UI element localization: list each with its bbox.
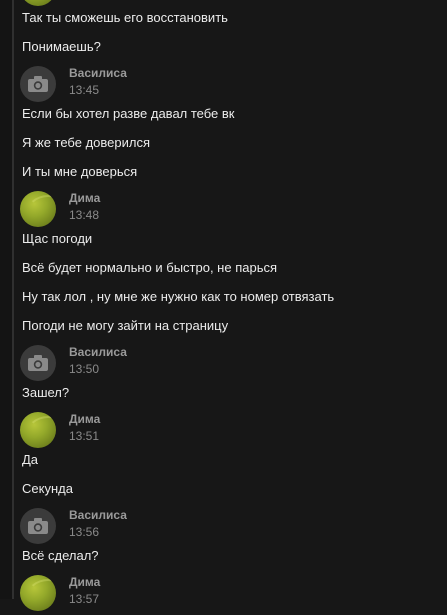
chat-feed[interactable]: Так ты сможешь его восстановить Понимаеш… [14,0,447,611]
message-text: Если бы хотел разве давал тебе вк [22,106,235,121]
message-time: 13:45 [69,83,100,97]
avatar[interactable] [20,345,56,381]
message-header: Дима 13:48 [20,191,320,231]
message-text: Зашел? [22,385,70,400]
message-time: 13:48 [69,208,100,222]
avatar[interactable] [20,412,56,448]
message-header: Василиса 13:45 [20,66,320,106]
message-text: И ты мне доверься [22,164,138,179]
avatar[interactable] [20,191,56,227]
sender-name[interactable]: Дима [69,575,100,589]
avatar[interactable] [20,575,56,611]
message-header: Дима 13:51 [20,412,320,452]
message-text: Ну так лол , ну мне же нужно как то номе… [22,289,335,304]
camera-icon [28,518,48,534]
sender-name[interactable]: Дима [69,191,100,205]
left-rail [0,0,14,599]
message-time: 13:50 [69,362,100,376]
message-text: Да [22,452,39,467]
sender-name[interactable]: Василиса [69,66,127,80]
message-text: Всё сделал? [22,548,99,563]
message-text: Всё будет нормально и быстро, не парься [22,260,278,275]
sender-name[interactable]: Василиса [69,508,127,522]
message-text: Так ты сможешь его восстановить [22,10,228,25]
message-text: Погоди не могу зайти на страницу [22,318,229,333]
avatar[interactable] [20,66,56,102]
avatar[interactable] [20,0,56,6]
message-header: Дима 13:57 [20,575,320,615]
message-text: Щас погоди [22,231,93,246]
message-text: Понимаешь? [22,39,101,54]
message-text: Секунда [22,481,73,496]
avatar[interactable] [20,508,56,544]
sender-name[interactable]: Василиса [69,345,127,359]
message-time: 13:56 [69,525,100,539]
message-time: 13:51 [69,429,100,443]
sender-name[interactable]: Дима [69,412,100,426]
camera-icon [28,76,48,92]
message-time: 13:57 [69,592,100,606]
message-header: Василиса 13:50 [20,345,320,385]
camera-icon [28,355,48,371]
message-text: Я же тебе доверился [22,135,150,150]
message-header: Василиса 13:56 [20,508,320,548]
